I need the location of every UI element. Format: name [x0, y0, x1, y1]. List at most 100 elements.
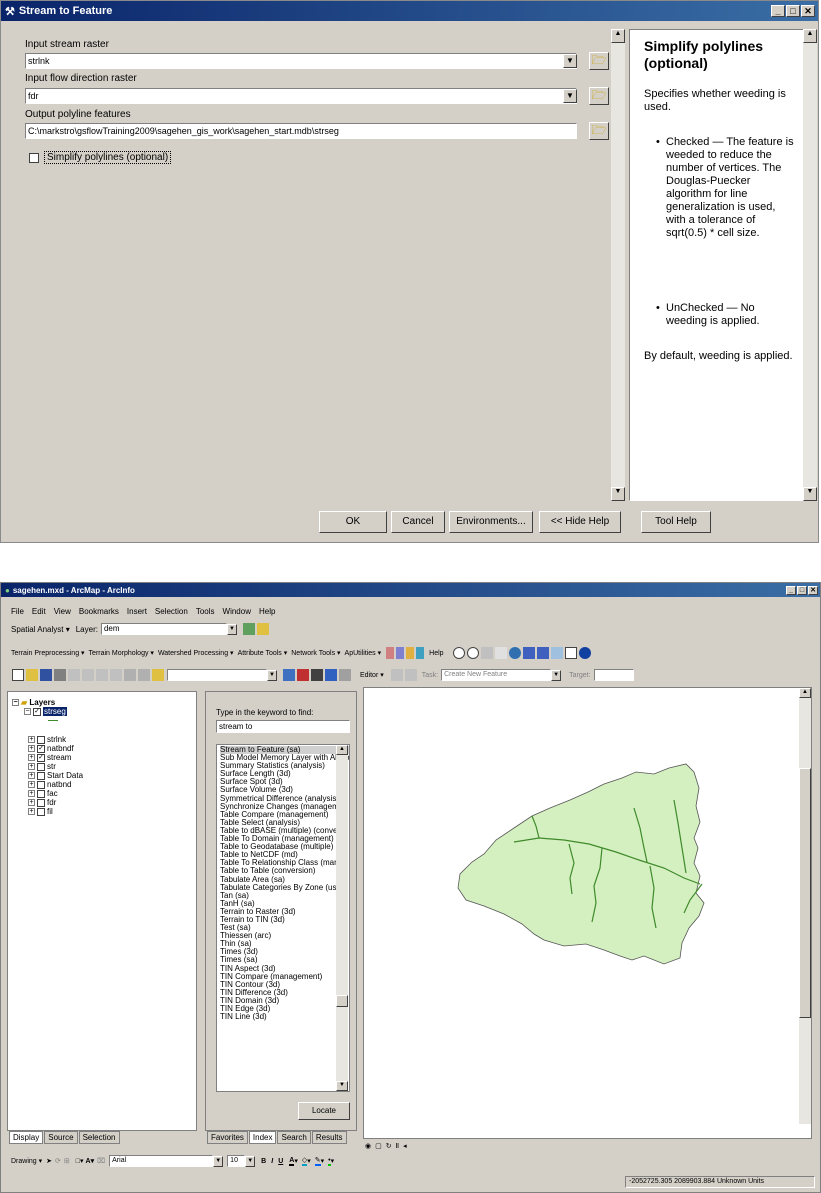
toc-layer[interactable]: + str — [28, 762, 56, 771]
pause-icon[interactable]: Ⅱ — [396, 1142, 399, 1150]
help-scrollbar[interactable]: ▲ ▼ — [803, 29, 817, 501]
expand-icon[interactable]: + — [28, 745, 35, 753]
refresh-icon[interactable]: ↻ — [386, 1142, 392, 1150]
parameter-scrollbar[interactable]: ▲ ▼ — [611, 29, 625, 501]
ok-button[interactable]: OK — [319, 511, 387, 533]
whats-this-icon[interactable] — [339, 669, 351, 681]
tool-list-item[interactable]: Test (sa) — [220, 924, 349, 932]
command-line-icon[interactable] — [311, 669, 323, 681]
tab-display[interactable]: Display — [9, 1131, 44, 1144]
toc-root[interactable]: − ▰ Layers — [12, 698, 55, 707]
italic-icon[interactable]: I — [271, 1158, 273, 1165]
keyword-input[interactable]: stream to — [216, 720, 350, 733]
drawing-menu[interactable]: Drawing ▾ — [11, 1157, 42, 1165]
toc-layer[interactable]: − ✓ strseg — [24, 707, 67, 716]
tool-list-item[interactable]: Synchronize Changes (managemer — [220, 803, 349, 811]
paste-icon[interactable] — [96, 669, 108, 681]
sketch-tool-icon[interactable] — [404, 669, 417, 681]
redo-icon[interactable] — [138, 669, 150, 681]
tool-list-item[interactable]: Tabulate Area (sa) — [220, 876, 349, 884]
tool-list-item[interactable]: Sub Model Memory Layer with All Jo — [220, 754, 349, 762]
map-vertical-scrollbar[interactable]: ▲ — [799, 688, 811, 1124]
close-button[interactable]: ✕ — [801, 5, 815, 17]
expand-icon[interactable]: + — [28, 799, 35, 807]
expand-icon[interactable]: + — [28, 781, 35, 789]
tool-help-button[interactable]: Tool Help — [641, 511, 711, 533]
forward-icon[interactable] — [536, 647, 549, 659]
tool-list-item[interactable]: Table Select (analysis) — [220, 819, 349, 827]
tool-list-item[interactable]: Surface Spot (3d) — [220, 778, 349, 786]
expand-icon[interactable]: + — [28, 772, 35, 780]
scale-dropdown[interactable]: ▼ — [267, 669, 277, 681]
map-view[interactable]: ▲ — [363, 687, 812, 1139]
scroll-left-icon[interactable]: ◂ — [403, 1142, 407, 1150]
menu-insert[interactable]: Insert — [127, 607, 147, 616]
scale-input[interactable] — [167, 669, 267, 681]
toc-layer[interactable]: + strlnk — [28, 735, 66, 744]
bold-icon[interactable]: B — [261, 1158, 266, 1165]
font-size-dropdown[interactable]: ▼ — [245, 1155, 256, 1167]
menu-edit[interactable]: Edit — [32, 607, 46, 616]
toc-layer[interactable]: + fdr — [28, 798, 56, 807]
tool-list-item[interactable]: Surface Length (3d) — [220, 770, 349, 778]
layer-dropdown[interactable]: ▼ — [226, 623, 237, 635]
zoom-in-icon[interactable] — [452, 647, 465, 659]
tab-index[interactable]: Index — [248, 1131, 277, 1144]
simplify-checkbox-row[interactable]: Simplify polylines (optional) — [29, 151, 172, 164]
terrain-preprocessing-menu[interactable]: Terrain Preprocessing ▾ — [11, 649, 85, 657]
menu-window[interactable]: Window — [223, 607, 251, 616]
spatial-analyst-menu[interactable]: Spatial Analyst ▾ — [11, 625, 70, 634]
fixed-zoom-icon[interactable] — [480, 647, 493, 659]
point-icon[interactable] — [396, 647, 405, 659]
layer-name[interactable]: fdr — [47, 798, 56, 807]
maximize-button[interactable]: □ — [786, 5, 800, 17]
layer-name[interactable]: fac — [47, 789, 58, 798]
expand-icon[interactable]: + — [28, 808, 35, 816]
fdr-raster-dropdown[interactable]: ▼ — [563, 89, 577, 103]
minimize-button[interactable]: _ — [786, 585, 796, 595]
open-icon[interactable] — [26, 669, 38, 681]
tab-results[interactable]: Results — [311, 1131, 347, 1144]
dialog-titlebar[interactable]: ⚒ Stream to Feature _ □ ✕ — [1, 1, 818, 21]
layer-checkbox[interactable] — [37, 780, 45, 789]
tool-list-item[interactable]: TIN Difference (3d) — [220, 989, 349, 997]
menu-view[interactable]: View — [54, 607, 71, 616]
full-extent-icon[interactable] — [508, 647, 521, 659]
layer-name[interactable]: Start Data — [47, 771, 83, 780]
select-arrow-icon[interactable]: ➤ — [46, 1157, 52, 1165]
collapse-icon[interactable]: − — [24, 708, 31, 716]
tool-list-item[interactable]: Thin (sa) — [220, 940, 349, 948]
select-features-icon[interactable] — [550, 647, 563, 659]
arcmap-titlebar[interactable]: ● sagehen.mxd - ArcMap - ArcInfo _ □ ✕ — [1, 583, 820, 597]
tool-list-item[interactable]: TIN Edge (3d) — [220, 1005, 349, 1013]
layer-checkbox[interactable]: ✓ — [37, 753, 45, 762]
layer-checkbox[interactable] — [37, 789, 45, 798]
layer-checkbox[interactable] — [37, 735, 45, 744]
menu-tools[interactable]: Tools — [196, 607, 215, 616]
tool-list-item[interactable]: Table to dBASE (multiple) (conversi — [220, 827, 349, 835]
pan-icon[interactable] — [494, 647, 507, 659]
tool-list-item[interactable]: TanH (sa) — [220, 900, 349, 908]
zoom-whole-page-icon[interactable]: ⊞ — [64, 1157, 70, 1165]
tool-list-item[interactable]: Tan (sa) — [220, 892, 349, 900]
fdr-raster-input[interactable]: fdr — [25, 88, 577, 104]
tool-list-item[interactable]: Times (3d) — [220, 948, 349, 956]
histogram-icon[interactable] — [256, 623, 269, 635]
tool-list-item[interactable]: TIN Domain (3d) — [220, 997, 349, 1005]
copy-icon[interactable] — [82, 669, 94, 681]
tool-list-item[interactable]: Stream to Feature (sa) — [220, 746, 349, 755]
toc-layer[interactable]: + Start Data — [28, 771, 83, 780]
expand-icon[interactable]: + — [28, 754, 35, 762]
select-elements-icon[interactable] — [564, 647, 577, 659]
raster-icon[interactable] — [242, 623, 255, 635]
print-icon[interactable] — [54, 669, 66, 681]
arctoolbox-icon[interactable] — [297, 669, 309, 681]
toc-layer[interactable]: + natbnd — [28, 780, 71, 789]
undo-icon[interactable] — [124, 669, 136, 681]
tool-list-item[interactable]: Table To Relationship Class (mana — [220, 859, 349, 867]
tab-search[interactable]: Search — [277, 1131, 311, 1144]
help-label[interactable]: Help — [429, 650, 443, 657]
delete-icon[interactable] — [110, 669, 122, 681]
toc-layer[interactable]: + fil — [28, 807, 53, 816]
tool-list-item[interactable]: TIN Line (3d) — [220, 1013, 349, 1021]
